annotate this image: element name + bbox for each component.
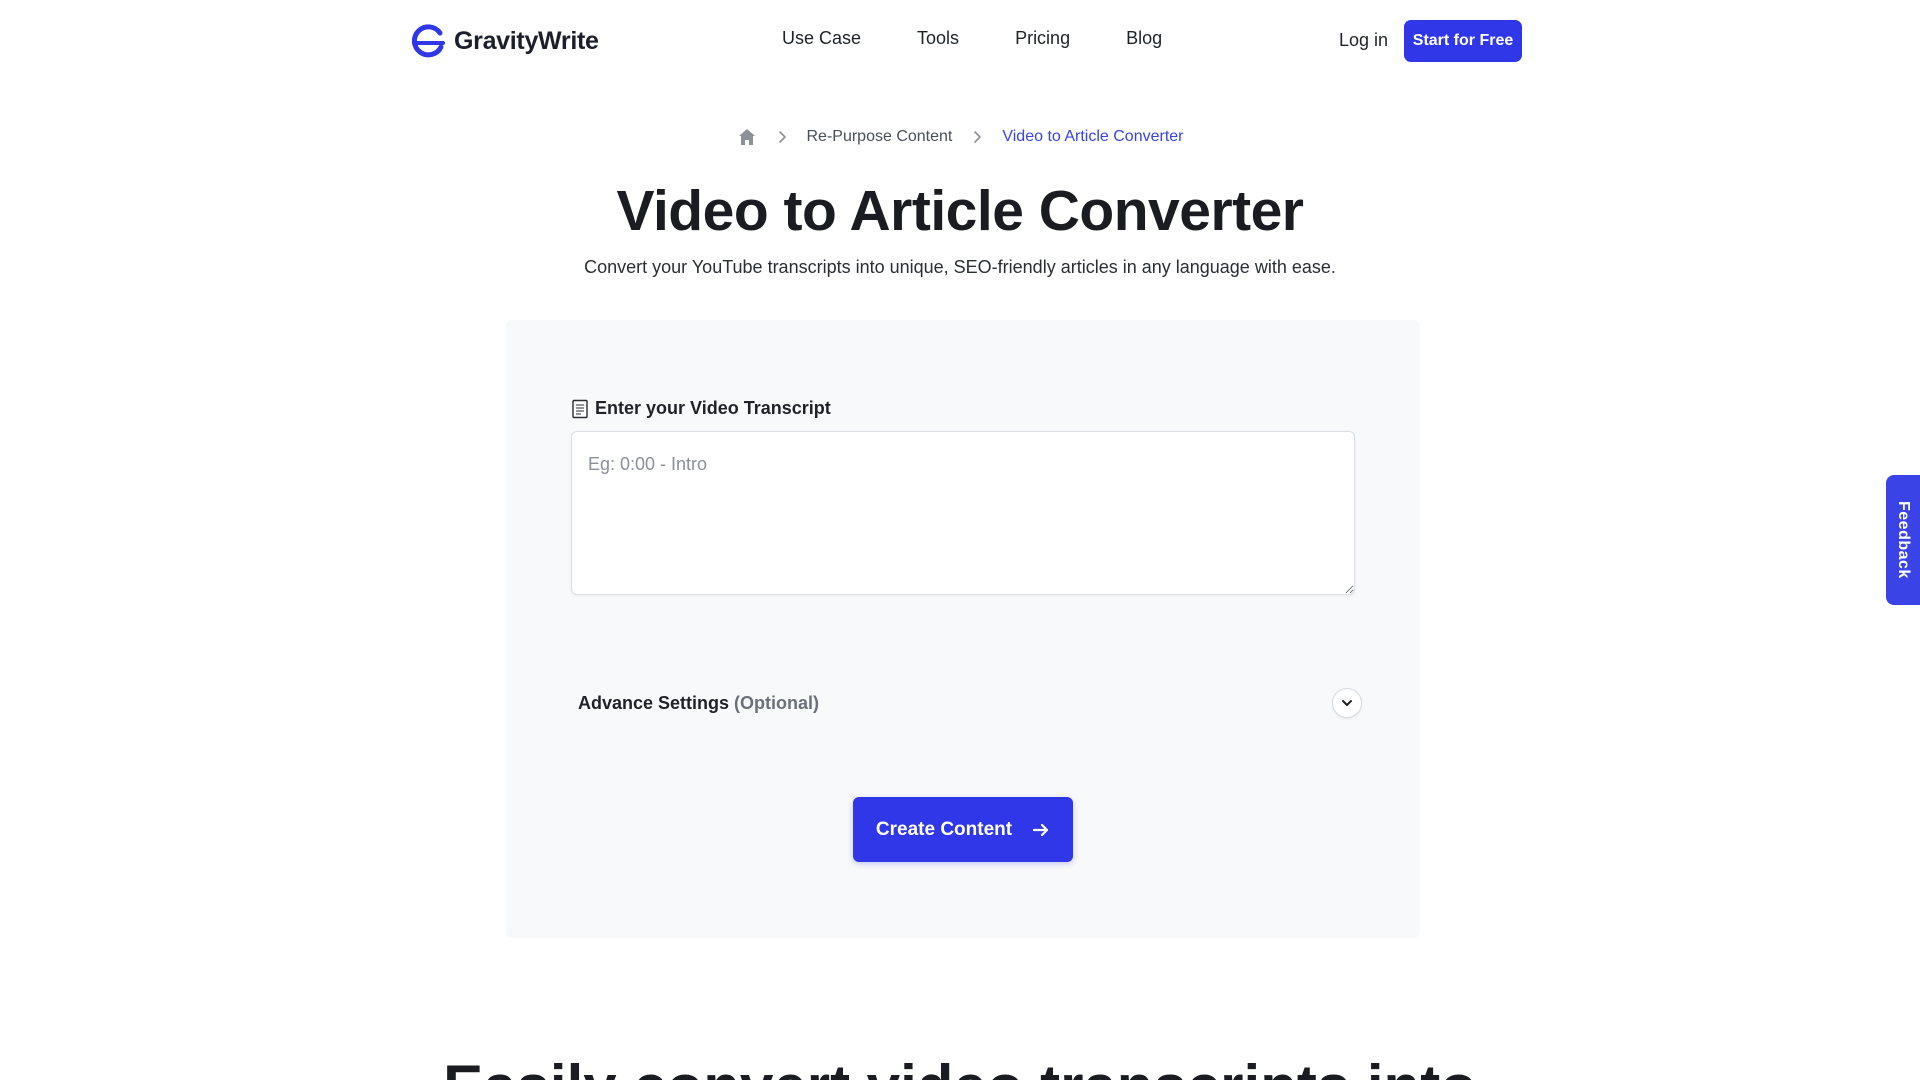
nav-tools[interactable]: Tools	[917, 28, 959, 49]
nav-pricing[interactable]: Pricing	[1015, 28, 1070, 49]
chevron-right-icon	[974, 131, 982, 143]
converter-panel: Enter your Video Transcript Advance Sett…	[506, 320, 1420, 938]
page-subtitle: Convert your YouTube transcripts into un…	[584, 257, 1336, 277]
breadcrumb-current: Video to Article Converter	[1002, 128, 1184, 145]
logo[interactable]: GravityWrite	[410, 23, 599, 59]
chevron-down-button[interactable]	[1332, 688, 1362, 718]
logo-text: GravityWrite	[454, 26, 599, 55]
main-nav: Use Case Tools Pricing Blog	[782, 28, 1162, 49]
chevron-down-icon	[1342, 700, 1352, 706]
breadcrumb-repurpose-content[interactable]: Re-Purpose Content	[807, 128, 953, 146]
create-content-button[interactable]: Create Content	[853, 797, 1073, 862]
advance-settings-optional: (Optional)	[734, 692, 820, 713]
notepad-icon	[571, 399, 589, 419]
site-header: GravityWrite Use Case Tools Pricing Blog…	[0, 0, 1920, 82]
breadcrumb: Re-Purpose Content Video to Article Conv…	[0, 127, 1920, 147]
feedback-label: Feedback	[1895, 501, 1912, 579]
advance-settings-toggle[interactable]: Advance Settings (Optional)	[578, 686, 1362, 720]
nav-blog[interactable]: Blog	[1126, 28, 1162, 49]
arrow-right-icon	[1032, 823, 1049, 836]
start-for-free-button[interactable]: Start for Free	[1404, 20, 1522, 62]
create-content-label: Create Content	[875, 818, 1013, 840]
next-section-heading: Easily convert video transcripts into	[0, 1052, 1920, 1080]
transcript-label: Enter your Video Transcript	[571, 398, 831, 419]
gravitywrite-logo-icon	[410, 23, 446, 59]
feedback-tab[interactable]: Feedback	[1886, 475, 1920, 605]
page: GravityWrite Use Case Tools Pricing Blog…	[0, 0, 1920, 1080]
nav-use-case[interactable]: Use Case	[782, 28, 861, 49]
login-link[interactable]: Log in	[1339, 30, 1388, 51]
advance-settings-label: Advance Settings (Optional)	[578, 693, 819, 714]
page-title: Video to Article Converter	[616, 179, 1304, 243]
transcript-label-text: Enter your Video Transcript	[595, 398, 831, 418]
home-icon[interactable]	[737, 127, 757, 147]
transcript-input[interactable]	[571, 431, 1355, 595]
chevron-right-icon	[778, 131, 786, 143]
advance-settings-title: Advance Settings	[578, 692, 730, 713]
